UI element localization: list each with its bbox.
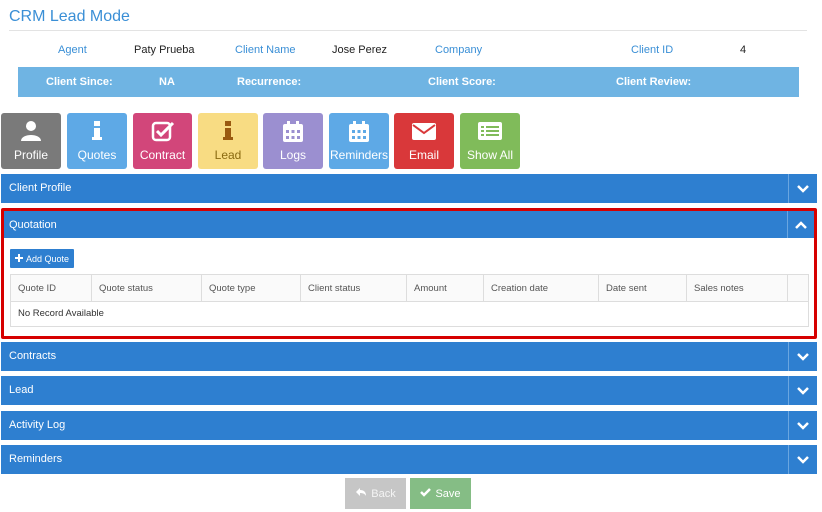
calendar-icon (347, 120, 371, 147)
company-label: Company (435, 44, 483, 56)
client-since-value: NA (159, 76, 175, 88)
client-score-label: Client Score: (428, 76, 496, 88)
add-quote-button[interactable]: Add Quote (10, 249, 75, 268)
activity-log-panel-header[interactable]: Activity Log (1, 411, 817, 440)
contract-button-label: Contract (139, 148, 186, 162)
chevron-down-icon[interactable] (788, 342, 817, 371)
quotes-button-label: Quotes (77, 148, 117, 162)
info-icon (91, 120, 103, 145)
plus-icon (15, 253, 23, 264)
add-quote-label: Add Quote (26, 253, 70, 264)
agent-label: Agent (58, 44, 87, 56)
back-button[interactable]: Back (345, 478, 406, 509)
page-title: CRM Lead Mode (9, 8, 130, 25)
save-button[interactable]: Save (410, 478, 471, 509)
empty-table-message: No Record Available (18, 308, 104, 319)
quotation-table-header: Quote ID Quote status Quote type Client … (11, 275, 808, 302)
chevron-down-icon[interactable] (788, 376, 817, 405)
contracts-panel-title: Contracts (9, 350, 57, 362)
col-quote-status[interactable]: Quote status (92, 275, 202, 301)
module-toolbar: Profile Quotes Contract Lead Logs Remind… (1, 113, 822, 170)
show-all-button-label: Show All (466, 148, 514, 162)
reminders-button-label: Reminders (329, 148, 389, 162)
activity-log-panel-title: Activity Log (9, 419, 66, 431)
calendar-icon (281, 120, 305, 147)
logs-button[interactable]: Logs (263, 113, 323, 169)
reminders-panel-title: Reminders (9, 453, 63, 465)
show-all-button[interactable]: Show All (460, 113, 520, 169)
client-id-label: Client ID (631, 44, 674, 56)
lead-button-label: Lead (214, 148, 242, 162)
lead-panel-header[interactable]: Lead (1, 376, 817, 405)
client-profile-panel-header[interactable]: Client Profile (1, 174, 817, 203)
col-date-sent[interactable]: Date sent (599, 275, 687, 301)
client-review-label: Client Review: (616, 76, 692, 88)
col-actions (788, 275, 808, 301)
col-sales-notes[interactable]: Sales notes (687, 275, 788, 301)
lead-button[interactable]: Lead (198, 113, 258, 169)
contracts-panel-header[interactable]: Contracts (1, 342, 817, 371)
quotation-panel: Quotation Add Quote Quote ID Quote statu… (1, 208, 817, 339)
col-quote-type[interactable]: Quote type (202, 275, 301, 301)
quotation-panel-title: Quotation (9, 219, 57, 231)
list-icon (477, 120, 503, 145)
client-stats-bar: Client Since: NA Recurrence: Client Scor… (18, 67, 799, 97)
col-quote-id[interactable]: Quote ID (11, 275, 92, 301)
back-button-label: Back (371, 487, 396, 500)
email-button-label: Email (408, 148, 439, 162)
chevron-down-icon[interactable] (788, 411, 817, 440)
chevron-down-icon[interactable] (788, 174, 817, 203)
reminders-button[interactable]: Reminders (329, 113, 389, 169)
profile-button[interactable]: Profile (1, 113, 61, 169)
check-square-icon (151, 120, 175, 145)
col-creation-date[interactable]: Creation date (484, 275, 599, 301)
client-since-label: Client Since: (46, 76, 113, 88)
quotation-panel-header[interactable]: Quotation (4, 211, 814, 238)
contract-button[interactable]: Contract (133, 113, 192, 169)
client-info-row: Agent Paty Prueba Client Name Jose Perez… (18, 40, 800, 62)
profile-button-label: Profile (13, 148, 48, 162)
email-button[interactable]: Email (394, 113, 454, 169)
quotes-button[interactable]: Quotes (67, 113, 127, 169)
client-name-value: Jose Perez (332, 44, 388, 56)
quotation-table: Quote ID Quote status Quote type Client … (10, 274, 809, 327)
col-amount[interactable]: Amount (407, 275, 484, 301)
client-profile-panel-title: Client Profile (9, 182, 72, 194)
recurrence-label: Recurrence: (237, 76, 302, 88)
envelope-icon (411, 120, 437, 145)
client-name-label: Client Name (235, 44, 296, 56)
reminders-panel-header[interactable]: Reminders (1, 445, 817, 474)
title-divider (9, 30, 807, 31)
info-icon (222, 120, 234, 145)
chevron-up-icon[interactable] (787, 211, 814, 238)
reply-arrow-icon (355, 487, 367, 500)
check-icon (420, 487, 432, 500)
lead-panel-title: Lead (9, 384, 34, 396)
logs-button-label: Logs (279, 148, 307, 162)
chevron-down-icon[interactable] (788, 445, 817, 474)
save-button-label: Save (435, 487, 461, 500)
col-client-status[interactable]: Client status (301, 275, 407, 301)
client-id-value: 4 (740, 44, 747, 56)
agent-value: Paty Prueba (134, 44, 195, 56)
user-icon (20, 120, 42, 145)
